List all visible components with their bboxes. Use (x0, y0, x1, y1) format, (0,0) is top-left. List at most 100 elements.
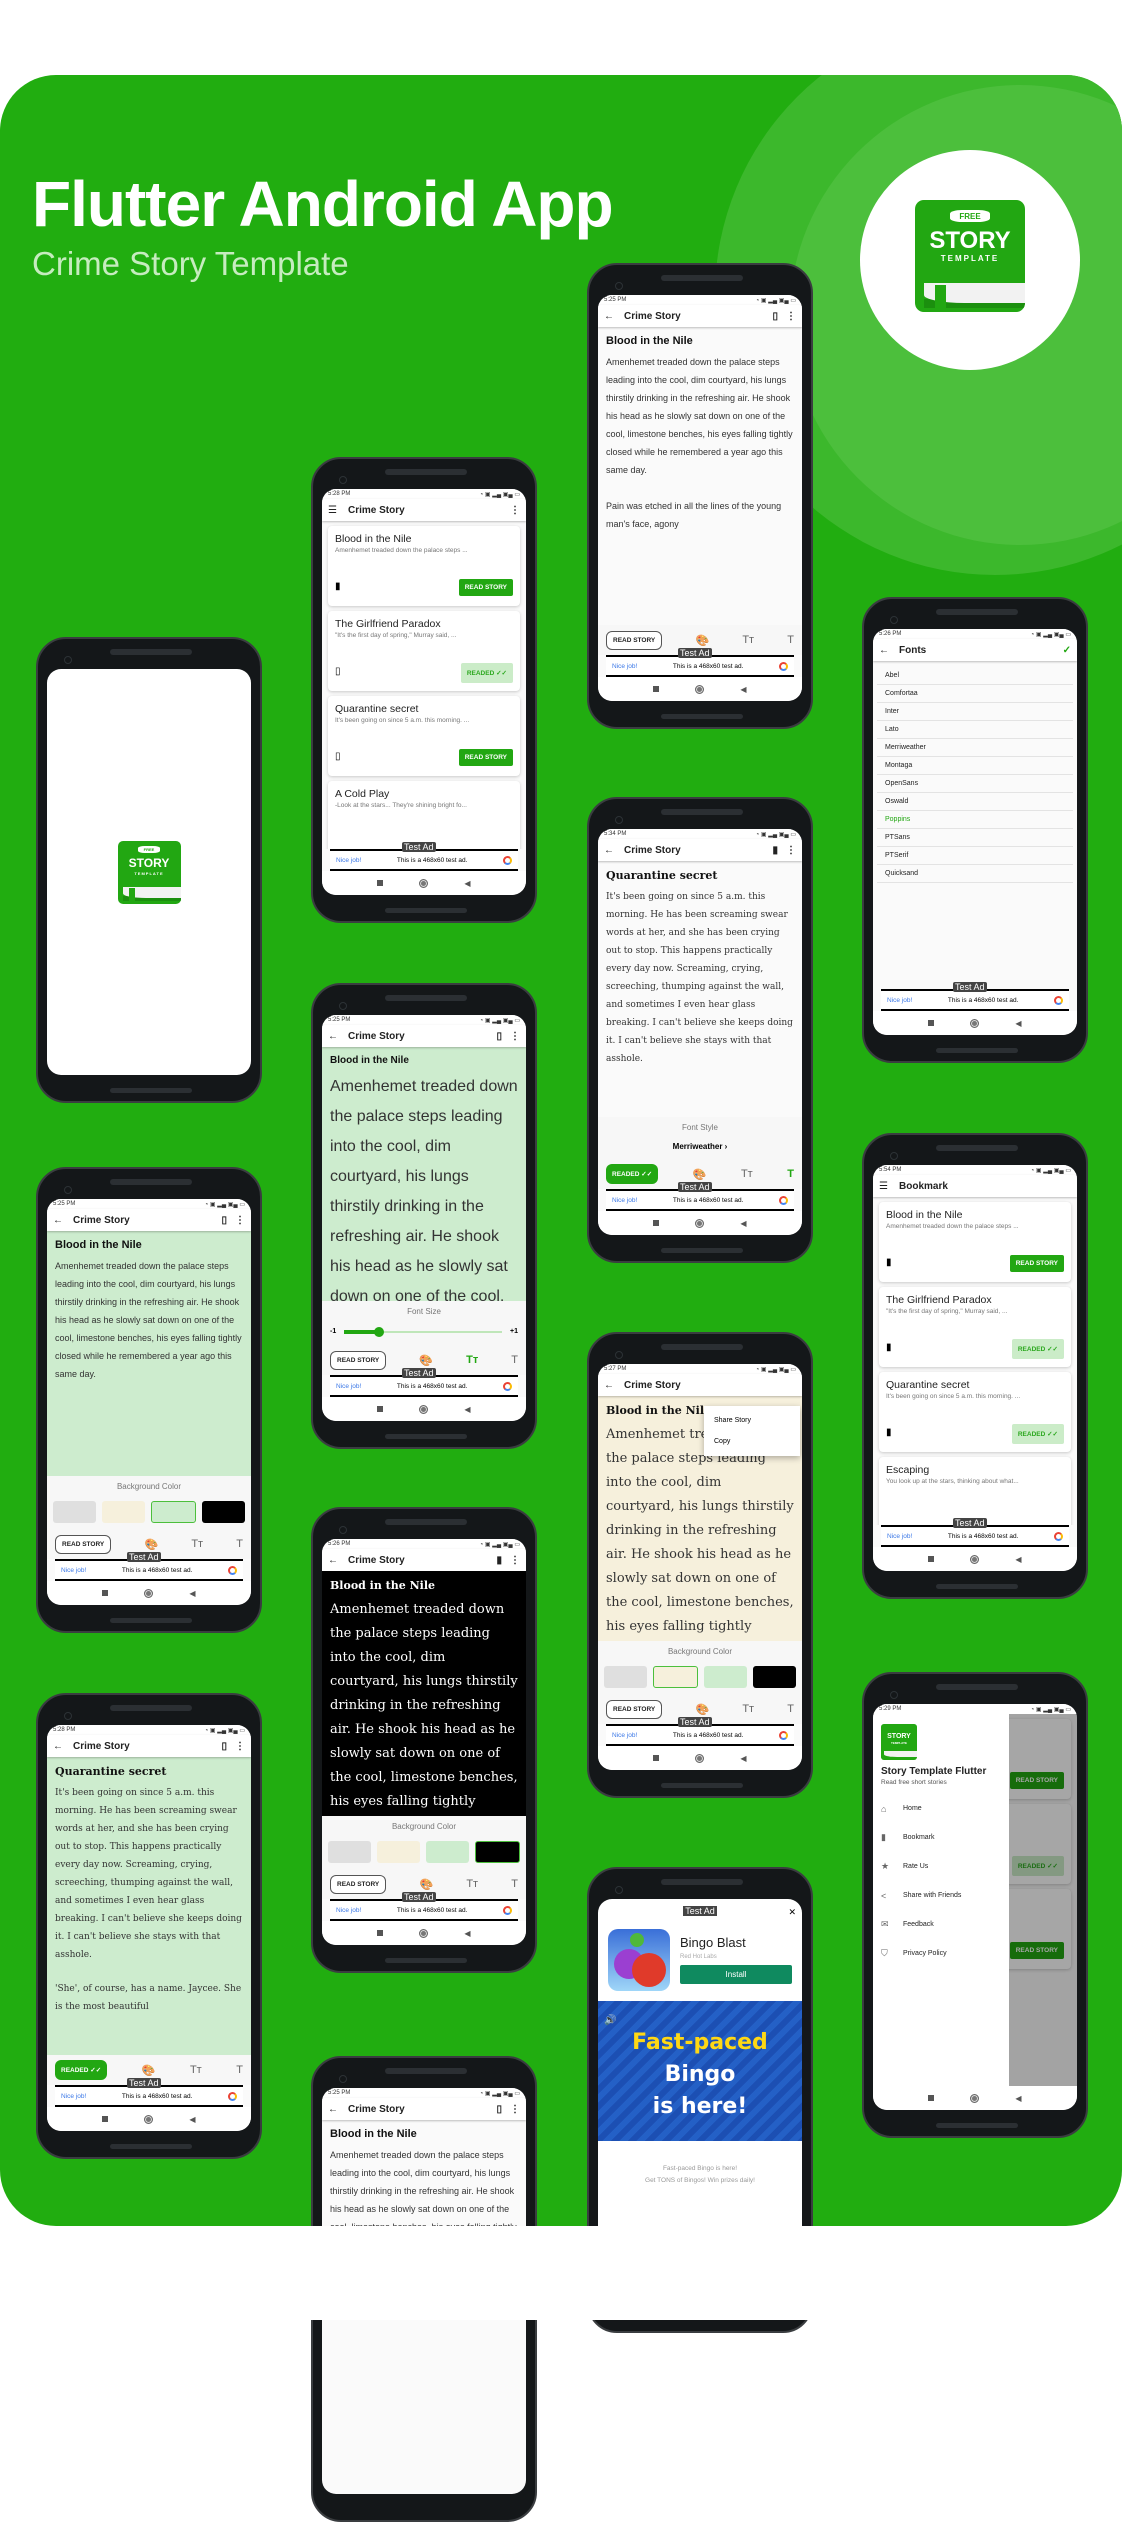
drawer-item-feedback[interactable]: ✉ Feedback (881, 1910, 1001, 1939)
readed-button[interactable]: READED ✓✓ (460, 663, 513, 683)
story-card[interactable]: The Girlfriend Paradox "It's the first da… (328, 611, 520, 691)
font-list: Abel Comfortaa Inter Lato Merriweather Montag… (873, 661, 1077, 989)
font-option[interactable]: PTSerif (877, 847, 1073, 865)
story-card[interactable]: The Girlfriend Paradox "It's the first da… (879, 1287, 1071, 1367)
speaker-icon: 🔊 (604, 2015, 617, 2026)
drawer-item-bookmark[interactable]: ▮ Bookmark (881, 1823, 1001, 1852)
text-size-icon[interactable]: Tт (742, 634, 754, 646)
drawer-item-rate[interactable]: ★ Rate Us (881, 1852, 1001, 1881)
story-card[interactable]: Blood in the Nile Amenhemet treaded down … (328, 526, 520, 606)
bookmark-outline-icon[interactable]: ▯ (772, 311, 778, 322)
palette-icon[interactable]: 🎨 (695, 634, 709, 647)
read-story-button[interactable]: READ STORY (458, 749, 513, 766)
drawer-item-privacy[interactable]: ⛉ Privacy Policy (881, 1939, 1001, 1968)
font-option[interactable]: PTSans (877, 829, 1073, 847)
story-card[interactable]: Quarantine secret It's been going on sinc… (328, 696, 520, 776)
home-icon: ⌂ (881, 1803, 887, 1814)
banner-ad[interactable]: Test Ad Nice job! This is a 468x60 test ad… (330, 842, 518, 871)
bookmark-icon: ▮ (881, 1832, 886, 1842)
readed-button[interactable]: READED ✓✓ (606, 1164, 659, 1184)
logo-free: FREE (950, 210, 990, 223)
font-option[interactable]: Comfortaa (877, 685, 1073, 703)
hero-title: Flutter Android App (32, 168, 614, 240)
double-check-icon: ✓✓ (496, 670, 507, 677)
bookmark-ribbon-icon (934, 285, 946, 310)
story-card[interactable]: Escaping You look up at the stars, thinki… (879, 1457, 1071, 1525)
drawer-logo: STORY TEMPLATE (881, 1724, 917, 1760)
font-selector[interactable]: Merriweather › (598, 1138, 802, 1159)
drawer-item-home[interactable]: ⌂ Home (881, 1794, 1001, 1823)
more-icon[interactable]: ⋮ (510, 505, 520, 516)
back-arrow-icon[interactable]: ← (879, 645, 891, 656)
close-icon[interactable]: ✕ (788, 1907, 796, 1918)
phone-quarantine: 5:28 PM ◔ ▣ ▂▄ ▣▄ ▭ ← Crime Story ▯ ⋮ Quaran… (36, 1693, 262, 2159)
phone-reader: 5:25 PM ◔ ▣ ▂▄ ▣▄ ▭ ← Crime Story ▯ ⋮ Blood … (587, 263, 813, 729)
drawer-item-share[interactable]: < Share with Friends (881, 1881, 1001, 1910)
font-option[interactable]: Oswald (877, 793, 1073, 811)
font-option[interactable]: Inter (877, 703, 1073, 721)
page-footer-space (0, 2226, 1140, 2320)
share-icon: < (881, 1890, 887, 1901)
story-card[interactable]: Blood in the Nile Amenhemet treaded down … (879, 1202, 1071, 1282)
ad-app-name: Bingo Blast (680, 1935, 746, 1950)
app-logo: FREE STORY TEMPLATE (915, 200, 1025, 312)
banner-ad[interactable]: Test Ad Nice job! This is a 468x60 test ad… (881, 982, 1069, 1011)
slider-thumb[interactable] (373, 1326, 384, 1337)
bg-color-swatches[interactable] (47, 1497, 251, 1529)
phone-bookmark: 5:54 PM ◔ ▣ ▂▄ ▣▄ ▭ ☰ Bookmark Blood in th… (862, 1133, 1088, 1599)
bookmark-filled-icon[interactable]: ▮ (772, 845, 778, 856)
menu-icon[interactable]: ☰ (328, 505, 340, 516)
banner-ad[interactable]: Test Ad Nice job! This is a 468x60 test ad… (606, 648, 794, 677)
story-card[interactable]: Quarantine secret It's been going on sinc… (879, 1372, 1071, 1452)
drawer-title: Story Template Flutter (881, 1766, 987, 1777)
back-arrow-icon[interactable]: ← (604, 311, 616, 322)
font-option[interactable]: Quicksand (877, 865, 1073, 883)
star-icon: ★ (881, 1861, 890, 1871)
check-icon[interactable]: ✓ (1063, 645, 1071, 656)
story-card[interactable]: A Cold Play -Look at the stars... They're… (328, 781, 520, 849)
home-icon[interactable] (419, 878, 429, 888)
status-time: 5:28 PM (328, 491, 351, 497)
font-option[interactable]: Merriweather (877, 739, 1073, 757)
bookmark-filled-icon[interactable]: ▮ (335, 581, 341, 592)
bookmark-outline-icon[interactable]: ▯ (335, 666, 341, 677)
font-option[interactable]: OpenSans (877, 775, 1073, 793)
phone-dark-bg: 5:26 PM ◔ ▣ ▂▄ ▣▄ ▭ ← Crime Story ▮ ⋮ Blood … (311, 1507, 537, 1973)
bookmark-outline-icon[interactable]: ▯ (335, 751, 341, 762)
font-size-slider[interactable]: -1 +1 (322, 1322, 526, 1345)
install-button[interactable]: Install (680, 1965, 792, 1984)
phone-bg-color: 5:25 PM ◔ ▣ ▂▄ ▣▄ ▭ ← Crime Story ▯ ⋮ Blood … (36, 1167, 262, 1633)
phone-home: 5:28 PM ◔ ▣ ▂▄ ▣▄ ▭ ☰ Crime Story ⋮ Blood i… (311, 457, 537, 923)
status-icons: ◔ ▣ ▂▄ ▣▄ ▭ (479, 492, 520, 498)
font-option[interactable]: Poppins (877, 811, 1073, 829)
read-story-button[interactable]: READ STORY (606, 630, 663, 650)
phone-font-style: 5:34 PM ◔ ▣ ▂▄ ▣▄ ▭ ← Crime Story ▮ ⋮ Quaran… (587, 797, 813, 1263)
font-option[interactable]: Lato (877, 721, 1073, 739)
more-icon[interactable]: ⋮ (786, 311, 796, 322)
logo-circle: FREE STORY TEMPLATE (860, 150, 1080, 370)
logo-template: TEMPLATE (940, 253, 1000, 263)
font-icon[interactable]: T (787, 634, 794, 646)
menu-item-copy[interactable]: Copy (704, 1431, 800, 1452)
mail-icon: ✉ (881, 1919, 889, 1929)
phone-font-size: 5:25 PM ◔ ▣ ▂▄ ▣▄ ▭ ← Crime Story ▯ ⋮ Blood … (311, 983, 537, 1449)
menu-item-share[interactable]: Share Story (704, 1410, 800, 1431)
story-text: Amenhemet treaded down the palace steps … (606, 357, 793, 475)
android-navbar: ◀ (322, 871, 526, 895)
readed-button[interactable]: READED ✓✓ (55, 2060, 108, 2080)
app-title: Crime Story (348, 504, 405, 516)
font-option[interactable]: Abel (877, 667, 1073, 685)
phone-splash: FREE STORY TEMPLATE (36, 637, 262, 1103)
back-icon[interactable]: ◀ (464, 879, 470, 888)
splash-logo: FREE STORY TEMPLATE (117, 840, 181, 904)
ad-banner-image[interactable]: 🔊 Fast-paced Bingo is here! (598, 2001, 802, 2141)
app-icon (608, 1929, 670, 1991)
phone-share-menu: 5:27 PM ◔ ▣ ▂▄ ▣▄ ▭ ← Crime Story Share St… (587, 1332, 813, 1798)
logo-story: STORY (929, 226, 1011, 254)
read-story-button[interactable]: READ STORY (458, 579, 513, 596)
recents-icon[interactable] (377, 880, 384, 886)
font-option[interactable]: Montaga (877, 757, 1073, 775)
ad-logo-icon (502, 855, 512, 865)
story-title: Blood in the Nile (606, 335, 693, 347)
drawer-subtitle: Read free short stories (881, 1779, 947, 1786)
